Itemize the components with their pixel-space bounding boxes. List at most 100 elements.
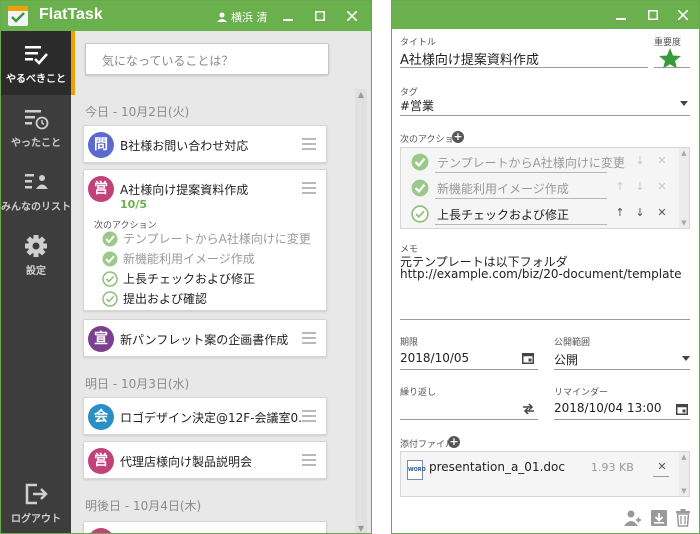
title-bar[interactable]: FlatTask 横浜 清: [1, 1, 371, 31]
add-action-button[interactable]: +: [452, 131, 464, 143]
memo-line[interactable]: http://example.com/biz/20-document/templ…: [400, 267, 682, 281]
scope-underline: [554, 369, 690, 370]
action-text[interactable]: 新機能利用イメージ作成: [437, 180, 569, 197]
sidebar-item-todo[interactable]: やるべきこと: [1, 31, 71, 95]
task-progress: 10/5: [120, 198, 147, 211]
add-attachment-button[interactable]: +: [448, 436, 460, 448]
action-text[interactable]: 上長チェックおよび修正: [437, 206, 569, 223]
drag-handle-icon[interactable]: [302, 138, 316, 150]
action-underline: [435, 224, 607, 225]
sub-action-item[interactable]: テンプレートからA社様向けに変更: [102, 230, 311, 247]
title-input[interactable]: A社様向け提案資料作成: [400, 49, 539, 68]
task-card[interactable]: 営 代理店様向け製品説明会: [83, 441, 327, 479]
sidebar-item-label: やるべきこと: [6, 74, 66, 85]
repeat-underline: [400, 419, 538, 420]
close-icon: [347, 11, 357, 21]
search-input[interactable]: 気になっていることは？: [85, 43, 329, 75]
close-button[interactable]: [668, 1, 698, 29]
task-card-partial[interactable]: [83, 521, 327, 533]
maximize-button[interactable]: [305, 1, 335, 31]
check-outline-icon: [102, 270, 118, 287]
chevron-down-icon[interactable]: [682, 356, 690, 362]
team-list-icon: [25, 174, 48, 189]
close-button[interactable]: [337, 1, 367, 31]
delete-action-icon[interactable]: ✕: [655, 206, 669, 220]
assign-user-icon[interactable]: [624, 509, 642, 527]
attachment-name[interactable]: presentation_a_01.doc: [429, 460, 565, 474]
tag-underline: [400, 115, 690, 116]
sub-action-item[interactable]: 新機能利用イメージ作成: [102, 250, 255, 267]
task-card[interactable]: 会 ロゴデザイン決定@12F-会議室0...: [83, 397, 327, 435]
task-card[interactable]: 問 B社様お問い合わせ対応: [83, 125, 327, 163]
check-filled-icon: [102, 231, 118, 246]
minimize-button[interactable]: [273, 1, 303, 31]
scroll-up-icon[interactable]: ▲: [355, 89, 367, 101]
drag-handle-icon[interactable]: [302, 454, 316, 466]
actions-scrollbar[interactable]: ▲ ▼: [679, 148, 689, 228]
reminder-input[interactable]: 2018/10/04 13:00: [554, 401, 662, 415]
maximize-button[interactable]: [638, 1, 668, 29]
word-file-icon: WORD: [407, 460, 426, 480]
minimize-icon: [616, 18, 626, 20]
delete-action-icon[interactable]: ✕: [655, 180, 669, 194]
scroll-down-icon[interactable]: ▼: [355, 523, 367, 533]
task-card-expanded[interactable]: 営 A社様向け提案資料作成 10/5 次のアクション テンプレートからA社様向け…: [83, 169, 327, 311]
action-row[interactable]: 上長チェックおよび修正 ↑ ↓ ✕: [407, 202, 673, 226]
next-actions-list: テンプレートからA社様向けに変更 ↑ ↓ ✕ 新機能利用イメージ作成 ↑ ↓ ✕…: [400, 147, 690, 229]
task-title: 代理店様向け製品説明会: [120, 455, 253, 469]
delete-attachment-icon[interactable]: ✕: [655, 460, 669, 474]
drag-handle-icon[interactable]: [302, 410, 316, 422]
due-date-input[interactable]: 2018/10/05: [400, 351, 469, 365]
save-download-icon[interactable]: [650, 509, 668, 527]
scrollbar[interactable]: ▲ ▼: [355, 89, 367, 533]
scroll-up-icon[interactable]: ▲: [679, 148, 689, 158]
delete-action-icon[interactable]: ✕: [655, 154, 669, 168]
action-text[interactable]: テンプレートからA社様向けに変更: [437, 154, 625, 171]
star-icon[interactable]: [658, 47, 682, 69]
attachments-scrollbar[interactable]: ▲ ▼: [679, 452, 689, 496]
tag-select[interactable]: #営業: [400, 97, 434, 114]
check-filled-icon[interactable]: [411, 153, 429, 171]
move-up-icon[interactable]: ↑: [613, 180, 627, 194]
task-card[interactable]: 宣 新パンフレット案の企画書作成: [83, 319, 327, 357]
close-icon: [678, 10, 688, 20]
move-up-icon[interactable]: ↑: [613, 154, 627, 168]
move-down-icon[interactable]: ↓: [633, 180, 647, 194]
move-up-icon[interactable]: ↑: [613, 206, 627, 220]
category-badge: 宣: [88, 326, 114, 352]
title-label: タイトル: [400, 38, 437, 48]
check-filled-icon[interactable]: [411, 179, 429, 197]
sidebar-item-settings[interactable]: 設定: [1, 223, 71, 287]
maximize-icon: [648, 10, 658, 20]
app-name: FlatTask: [39, 6, 103, 23]
drag-handle-icon[interactable]: [302, 182, 316, 194]
action-row[interactable]: 新機能利用イメージ作成 ↑ ↓ ✕: [407, 176, 673, 200]
check-outline-icon: [102, 290, 118, 307]
scroll-down-icon[interactable]: ▼: [679, 218, 689, 228]
action-row[interactable]: テンプレートからA社様向けに変更 ↑ ↓ ✕: [407, 150, 673, 174]
scroll-up-icon[interactable]: ▲: [679, 452, 689, 462]
category-badge: 営: [88, 176, 114, 202]
user-menu[interactable]: 横浜 清: [217, 9, 268, 25]
scroll-down-icon[interactable]: ▼: [679, 486, 689, 496]
drag-handle-icon[interactable]: [302, 332, 316, 344]
sub-action-item[interactable]: 提出および確認: [102, 290, 207, 307]
sidebar-item-done[interactable]: やったこと: [1, 95, 71, 159]
move-down-icon[interactable]: ↓: [633, 206, 647, 220]
calendar-icon[interactable]: [676, 403, 688, 415]
sub-action-item[interactable]: 上長チェックおよび修正: [102, 270, 255, 287]
sidebar-item-logout[interactable]: ログアウト: [1, 471, 71, 533]
repeat-icon[interactable]: [522, 403, 535, 415]
category-badge: 営: [88, 448, 114, 474]
calendar-icon[interactable]: [522, 352, 534, 364]
gear-icon: [25, 235, 47, 257]
minimize-button[interactable]: [606, 1, 636, 29]
sidebar-item-everyone-list[interactable]: みんなのリスト: [1, 159, 71, 223]
due-underline: [400, 369, 538, 370]
chevron-down-icon[interactable]: [680, 101, 688, 107]
check-outline-icon[interactable]: [411, 205, 429, 223]
title-bar[interactable]: [392, 1, 699, 29]
scope-select[interactable]: 公開: [554, 351, 578, 368]
trash-icon[interactable]: [675, 509, 691, 527]
move-down-icon[interactable]: ↓: [633, 154, 647, 168]
